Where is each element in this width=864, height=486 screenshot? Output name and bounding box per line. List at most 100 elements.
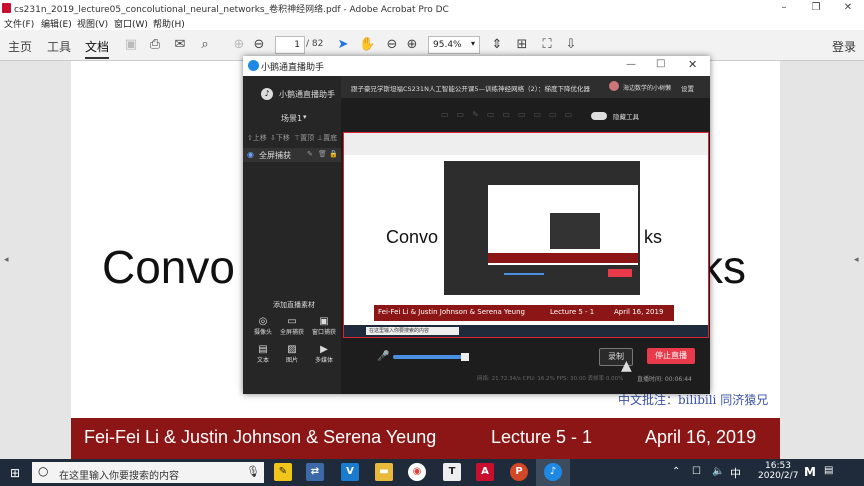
left-panel-arrow-icon[interactable]: ◂ [4,255,9,265]
microphone-icon[interactable]: 🎤 [377,351,389,362]
acrobat-icon[interactable]: A [476,463,494,481]
stream-app-icon [248,60,259,71]
stream-right-panel: 跟子豪兄学斯坦福CS231N人工智能公开课5—训练神经网络（2）：梯度下降优化器… [341,76,710,394]
footer-authors: Fei-Fei Li & Justin Johnson & Serena Yeu… [84,427,437,447]
tray-chevron-icon[interactable]: ⌃ [672,466,680,477]
material-image[interactable]: ▨ 图片 [280,344,304,364]
login-button[interactable]: 登录 [832,38,856,55]
stream-header: 跟子豪兄学斯坦福CS231N人工智能公开课5—训练神经网络（2）：梯度下降优化器… [341,76,710,98]
volume-slider[interactable] [393,355,469,359]
scroll-mode-icon[interactable]: ⇩ [563,37,579,53]
network-app-icon[interactable]: ⇄ [306,463,324,481]
move-down-button[interactable]: ⇩下移 [270,133,290,143]
select-arrow-icon[interactable]: ➤ [335,37,351,53]
tab-tools[interactable]: 工具 [47,38,71,55]
taskbar-clock[interactable]: 16:53 2020/2/7 [758,461,798,481]
move-up-button[interactable]: ⇧上移 [247,133,267,143]
material-media[interactable]: ▶ 多媒体 [311,344,337,364]
fit-page-icon[interactable]: ⇕ [489,37,505,53]
material-text[interactable]: ▤ 文本 [251,344,275,364]
material-window[interactable]: ▣ 窗口捕获 [311,316,337,336]
nested-title-bar [444,155,640,161]
print-icon[interactable]: ⎙ [147,37,163,53]
full-screen-icon[interactable]: ⛶ [539,37,555,53]
hide-tools-label: 隐藏工具 [613,113,639,121]
source-item[interactable]: ◉ 全屏捕获 ✎ 🗑 🔒 [243,148,341,162]
ime-indicator[interactable]: 中 [730,465,741,481]
footer-lecture: Lecture 5 - 1 [491,427,593,447]
menu-help[interactable]: 帮助(H) [153,17,185,30]
stream-app-icon[interactable]: ♪ [544,463,562,481]
preview-footer-authors: Fei-Fei Li & Justin Johnson & Serena Yeu… [378,308,525,316]
typora-icon[interactable]: T [443,463,461,481]
image-icon: ▨ [287,344,297,355]
zoom-out-icon[interactable]: ⊖ [384,37,400,53]
maximize-icon[interactable]: □ [656,58,665,69]
material-fullscreen[interactable]: ▭ 全屏捕获 [280,316,304,336]
notification-icon[interactable]: ▤ [824,465,833,476]
close-icon[interactable]: ✕ [688,58,697,71]
volume-slider-handle[interactable] [461,353,469,361]
preview-slide-title-right: ks [644,227,662,247]
minimize-icon[interactable]: – [770,0,798,16]
save-icon[interactable]: ▣ [123,37,139,53]
minimize-icon[interactable]: — [626,59,636,70]
nested-stop [608,269,632,277]
preview-search: 在这里输入你要搜索的内容 [366,327,459,335]
edit-tools-row: ▭▭✎▭▭▭▭▭▭ [441,110,581,119]
tray-app-icon[interactable]: M [804,465,816,479]
source-item-label: 全屏捕获 [259,151,291,160]
chrome-icon[interactable]: ◉ [408,463,426,481]
file-explorer-icon[interactable]: ▬ [375,463,393,481]
material-camera[interactable]: ◎ 摄像头 [251,316,275,336]
maximize-icon[interactable]: ❐ [802,0,830,16]
volume-icon[interactable]: 🔈 [712,466,724,477]
page-up-icon[interactable]: ⊕ [231,37,247,53]
close-icon[interactable]: ✕ [834,0,862,16]
stop-live-button[interactable]: 停止直播 [647,348,695,364]
fit-width-icon[interactable]: ⊞ [514,37,530,53]
right-panel-arrow-icon[interactable]: ◂ [854,255,859,265]
network-icon[interactable]: ☐ [692,466,701,477]
search-icon[interactable]: ⌕ [197,37,213,53]
settings-button[interactable]: 设置 [681,83,694,93]
hand-tool-icon[interactable]: ✋ [359,37,375,53]
taskbar-search[interactable]: ○ 在这里输入你要搜索的内容 🎙 [32,462,264,483]
media-icon: ▶ [320,344,328,355]
page-down-icon[interactable]: ⊖ [251,37,267,53]
lock-icon[interactable]: 🔒 [329,150,338,158]
taskbar-time: 16:53 [765,461,791,471]
stream-preview: Convo ks Fei-Fei Li & Justin Johnson & S… [343,132,709,338]
taskbar-search-placeholder: 在这里输入你要搜索的内容 [59,471,179,482]
menu-window[interactable]: 窗口(W) [114,17,148,30]
monitor-icon: ▭ [287,316,297,327]
to-top-button[interactable]: ⊤置顶 [294,133,314,143]
mail-icon[interactable]: ✉ [172,37,188,53]
menu-edit[interactable]: 编辑(E) [41,17,72,30]
vscode-app-icon[interactable]: V [341,463,359,481]
avatar [609,81,619,91]
menu-view[interactable]: 视图(V) [77,17,108,30]
brand-logo-icon: ♪ [261,88,273,100]
edit-icon[interactable]: ✎ [307,150,313,158]
note-app-icon[interactable]: ✎ [274,463,292,481]
menu-file[interactable]: 文件(F) [4,17,34,30]
stream-app-window: 小鹅通直播助手 — □ ✕ ♪ 小鹅通直播助手 场景1 ▾ ⇧上移 ⇩下移 ⊤置… [243,56,710,394]
chevron-down-icon[interactable]: ▾ [303,113,307,121]
tab-home[interactable]: 主页 [8,38,32,55]
zoom-in-icon[interactable]: ⊕ [404,37,420,53]
windows-start-icon[interactable]: ⊞ [10,466,20,480]
to-bottom-button[interactable]: ⊥置底 [317,133,337,143]
stream-app-title-bar: 小鹅通直播助手 — □ ✕ [243,56,710,76]
tab-document[interactable]: 文档 [85,38,110,59]
powerpoint-icon[interactable]: P [510,463,528,481]
page-number-input[interactable]: 1 [275,36,305,54]
chevron-down-icon[interactable]: ▾ [471,39,475,48]
eye-icon[interactable]: ◉ [247,150,254,159]
hide-tools-toggle[interactable] [591,112,607,120]
microphone-icon[interactable]: 🎙 [246,465,260,478]
preview-slide-title-left: Convo [386,227,439,247]
delete-icon[interactable]: 🗑 [318,150,327,158]
preview-taskbar: 在这里输入你要搜索的内容 [344,325,708,337]
scene-select[interactable]: 场景1 [281,113,302,124]
